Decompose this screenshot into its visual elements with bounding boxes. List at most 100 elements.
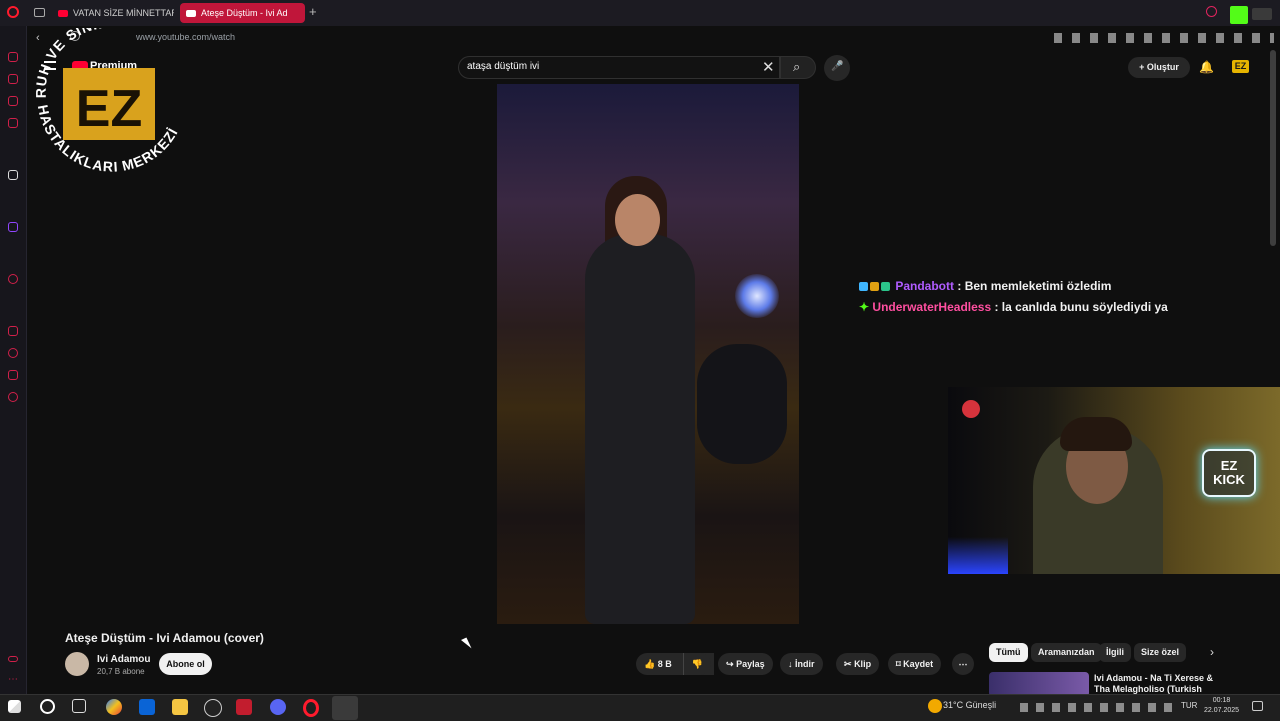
new-tab-button[interactable]: + — [309, 4, 317, 19]
temperature: 31°C — [943, 700, 964, 710]
create-button[interactable]: + Oluştur — [1128, 57, 1190, 78]
chat-text: la canlıda bunu söylediydi ya — [1001, 300, 1168, 314]
search-tabs-icon[interactable] — [1206, 6, 1217, 17]
tab-switcher-icon[interactable] — [34, 8, 45, 17]
search-icon: ⌕ — [793, 59, 801, 74]
stage-light — [735, 274, 779, 318]
tab-label: Ateşe Düştüm - Ivi Ad — [201, 8, 288, 18]
chat-separator: : — [954, 279, 965, 293]
tab-vatan[interactable]: VATAN SİZE MİNNETTAR — [52, 3, 174, 23]
video-title: Ateşe Düştüm - Ivi Adamou (cover) — [65, 631, 264, 645]
chevron-right-icon[interactable]: › — [1210, 645, 1214, 659]
more-actions-button[interactable]: ⋯ — [952, 653, 974, 675]
twitch-icon[interactable] — [8, 222, 18, 232]
chat-badge-icon — [881, 282, 890, 292]
task-view-icon[interactable] — [72, 699, 86, 713]
neon-line-2: KICK — [1213, 472, 1245, 487]
toolbar-icons — [1054, 33, 1274, 43]
chat-badge-icon: ✦ — [859, 300, 870, 314]
youtube-icon — [58, 10, 68, 18]
opera-icon[interactable] — [303, 699, 319, 717]
streamer-webcam: EZ KICK — [948, 387, 1280, 574]
thumbs-down-icon: 👎 — [691, 659, 704, 669]
chip-for-you[interactable]: Size özel — [1134, 643, 1187, 662]
clip-label: Klip — [854, 659, 872, 669]
sidebar-icon-shop[interactable] — [8, 74, 18, 84]
share-label: Paylaş — [736, 659, 765, 669]
copilot-icon[interactable] — [106, 699, 122, 715]
mic-icon: 🎤 — [831, 61, 844, 72]
download-label: İndir — [795, 659, 815, 669]
tray-icons — [1020, 703, 1175, 712]
record-indicator — [962, 400, 980, 418]
windows-start-icon[interactable] — [8, 700, 21, 713]
related-video-title[interactable]: Ivi Adamou - Na Ti Xerese & Tha Melaghol… — [1094, 673, 1224, 695]
save-label: Kaydet — [903, 659, 934, 669]
ez-kick-neon-sign: EZ KICK — [1202, 449, 1256, 497]
clear-search-icon[interactable]: ✕ — [762, 58, 775, 76]
clock-time: 00:18 — [1212, 697, 1231, 704]
file-explorer-icon[interactable] — [172, 699, 188, 715]
discord-icon[interactable] — [270, 699, 286, 715]
weather-widget[interactable]: 31°C Güneşli — [943, 700, 996, 710]
chat-message: Pandabott : Ben memleketimi özledim — [859, 279, 1111, 293]
neon-line-1: EZ — [1220, 458, 1238, 473]
streamer-hair — [1060, 417, 1132, 451]
mouse-cursor-icon — [461, 637, 472, 651]
sidebar-icon-mail[interactable] — [8, 96, 18, 106]
chat-message: ✦ UnderwaterHeadless : la canlıda bunu s… — [859, 300, 1168, 314]
opera-menu-icon[interactable] — [7, 6, 19, 18]
scissors-icon: ✂ — [844, 659, 852, 669]
browser-tab-bar: VATAN SİZE MİNNETTAR Ateşe Düştüm - Ivi … — [0, 0, 1280, 26]
clock-date: 22.07.2025 — [1204, 707, 1240, 714]
tab-atese-dustum[interactable]: Ateşe Düştüm - Ivi Ad — [180, 3, 305, 23]
chip-from-search[interactable]: Aramanızdan — [1031, 643, 1102, 662]
chat-username: UnderwaterHeadless — [872, 300, 992, 314]
chat-username: Pandabott — [895, 279, 955, 293]
page-scrollbar[interactable] — [1270, 50, 1276, 246]
sidebar-icon-gx[interactable] — [8, 656, 18, 662]
sidebar-icon-player[interactable] — [8, 274, 18, 284]
notifications-bell-icon[interactable]: 🔔 — [1199, 60, 1214, 74]
chat-badge-icon — [870, 282, 879, 292]
chat-separator: : — [991, 300, 1002, 314]
taskbar-clock[interactable]: 00:18 22.07.2025 — [1204, 696, 1239, 716]
channel-avatar[interactable] — [65, 652, 89, 676]
video-editor-icon[interactable] — [236, 699, 252, 715]
sidebar-more-icon[interactable]: ⋯ — [8, 674, 18, 685]
sun-icon — [928, 699, 942, 713]
save-button[interactable]: ⌑ Kaydet — [888, 653, 942, 675]
sidebar-icon-extensions[interactable] — [8, 370, 18, 380]
chip-related[interactable]: İlgili — [1099, 643, 1131, 662]
voice-search-button[interactable]: 🎤 — [824, 55, 850, 81]
settings-icon[interactable] — [8, 392, 18, 402]
subscribe-button[interactable]: Abone ol — [159, 653, 212, 675]
singer-dress — [585, 234, 695, 624]
share-icon: ↪ — [726, 659, 734, 669]
clip-button[interactable]: ✂ Klip — [836, 653, 880, 675]
sidebar-icon-messenger[interactable] — [8, 118, 18, 128]
account-avatar[interactable]: EZ — [1232, 60, 1249, 73]
watermark-ez-text: EZ — [76, 80, 142, 138]
input-language[interactable]: TUR — [1181, 701, 1197, 710]
search-button[interactable]: ⌕ — [780, 56, 816, 79]
opera-gx-icon[interactable] — [332, 696, 358, 720]
share-button[interactable]: ↪ Paylaş — [718, 653, 773, 675]
sidebar-icon-bookmarks[interactable] — [8, 326, 18, 336]
sidebar-icon-refresh[interactable] — [8, 52, 18, 62]
search-input[interactable]: ataşa düştüm ivi — [467, 61, 539, 72]
channel-name[interactable]: Ivi Adamou — [97, 654, 151, 665]
dislike-button[interactable]: 👎 — [683, 653, 711, 675]
sidebar-icon-aria[interactable] — [8, 170, 18, 180]
bookmark-icon: ⌑ — [896, 659, 901, 669]
video-player[interactable] — [497, 84, 799, 624]
search-icon[interactable] — [40, 699, 55, 714]
notifications-icon[interactable] — [1252, 701, 1263, 711]
chat-text: Ben memleketimi özledim — [964, 279, 1112, 293]
obs-icon[interactable] — [204, 699, 222, 717]
history-icon[interactable] — [8, 348, 18, 358]
download-button[interactable]: ↓ İndir — [780, 653, 823, 675]
outlook-icon[interactable] — [139, 699, 155, 715]
chip-all[interactable]: Tümü — [989, 643, 1028, 662]
webcam-blue-light — [948, 537, 1008, 574]
